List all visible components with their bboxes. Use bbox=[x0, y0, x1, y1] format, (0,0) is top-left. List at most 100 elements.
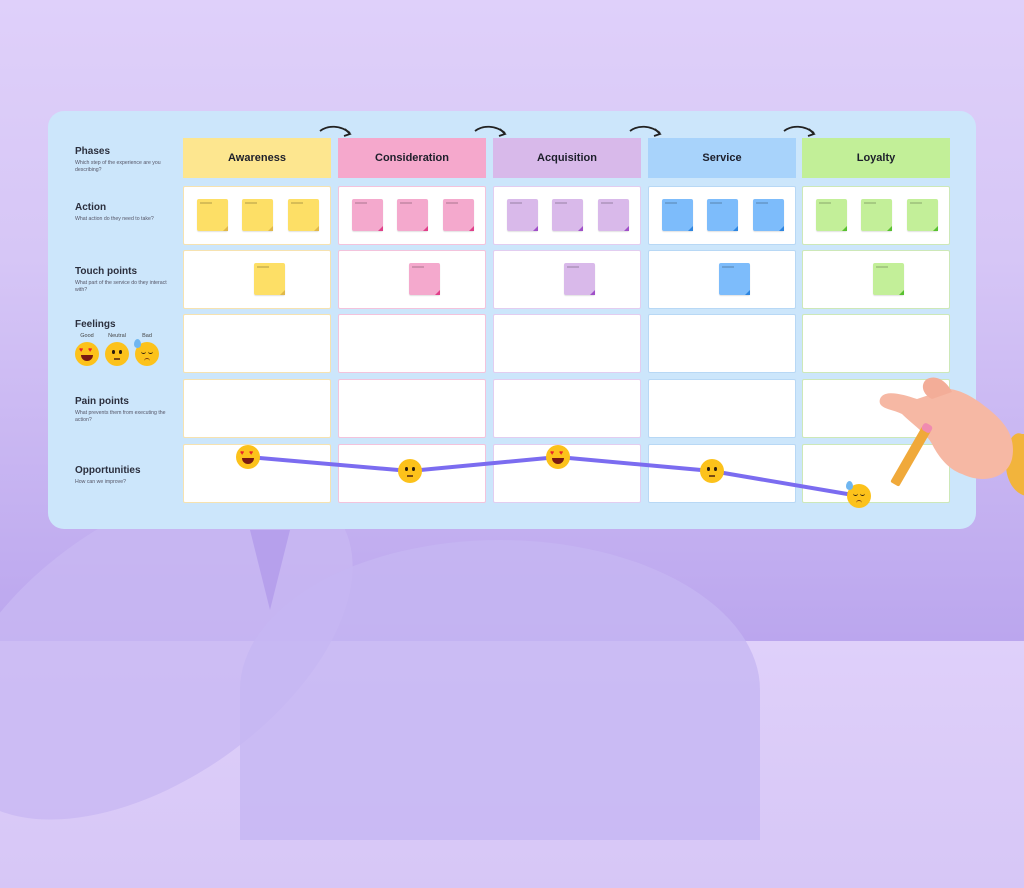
cell-touch-points-service[interactable] bbox=[648, 250, 796, 309]
sticky-note[interactable] bbox=[816, 199, 847, 231]
hand-with-pencil-illustration bbox=[879, 377, 1024, 496]
row-label-phases: Phases Which step of the experience are … bbox=[75, 146, 175, 174]
arrow-icon bbox=[629, 125, 662, 137]
note-fold bbox=[268, 226, 273, 231]
cell-touch-points-consideration[interactable] bbox=[338, 250, 486, 309]
note-fold bbox=[314, 226, 319, 231]
phase-header-acquisition[interactable]: Acquisition bbox=[493, 138, 641, 178]
neutral-face-emoji-icon bbox=[105, 342, 129, 366]
sticky-note[interactable] bbox=[861, 199, 892, 231]
sticky-note[interactable] bbox=[352, 199, 383, 231]
arrow-icon bbox=[783, 125, 816, 137]
note-fold bbox=[842, 226, 847, 231]
legend-label: Neutral bbox=[108, 333, 126, 339]
sticky-note[interactable] bbox=[242, 199, 273, 231]
note-fold bbox=[745, 290, 750, 295]
cell-action-loyalty[interactable] bbox=[802, 186, 950, 245]
note-fold bbox=[887, 226, 892, 231]
cell-feelings-service[interactable] bbox=[648, 314, 796, 373]
note-fold bbox=[280, 290, 285, 295]
row-subtitle: How can we improve? bbox=[75, 479, 127, 485]
note-fold bbox=[624, 226, 629, 231]
sticky-note[interactable] bbox=[753, 199, 784, 231]
row-title: Action bbox=[75, 202, 107, 213]
note-fold bbox=[223, 226, 228, 231]
sticky-note[interactable] bbox=[254, 263, 285, 295]
sad-sweat-emoji-icon bbox=[134, 339, 159, 366]
sticky-note[interactable] bbox=[719, 263, 750, 295]
row-subtitle: What action do they need to take? bbox=[75, 216, 154, 222]
row-title: Feelings bbox=[75, 319, 116, 330]
note-fold bbox=[733, 226, 738, 231]
row-label-touch-points: Touch points What part of the service do… bbox=[75, 266, 175, 294]
cell-action-service[interactable] bbox=[648, 186, 796, 245]
phase-header-service[interactable]: Service bbox=[648, 138, 796, 178]
phase-header-loyalty[interactable]: Loyalty bbox=[802, 138, 950, 178]
arrow-icon bbox=[319, 125, 352, 137]
note-fold bbox=[688, 226, 693, 231]
heart-eyes-emoji-icon: ♥ ♥ bbox=[236, 445, 260, 469]
note-fold bbox=[533, 226, 538, 231]
cell-feelings-loyalty[interactable] bbox=[802, 314, 950, 373]
heart-eyes-emoji-icon: ♥ ♥ bbox=[75, 342, 99, 366]
sticky-note[interactable] bbox=[564, 263, 595, 295]
cell-pain-points-acquisition[interactable] bbox=[493, 379, 641, 438]
cell-action-consideration[interactable] bbox=[338, 186, 486, 245]
background-shape bbox=[240, 540, 760, 840]
note-fold bbox=[423, 226, 428, 231]
row-subtitle: What prevents them from executing the ac… bbox=[75, 410, 166, 423]
sticky-note[interactable] bbox=[409, 263, 440, 295]
note-fold bbox=[899, 290, 904, 295]
cell-feelings-acquisition[interactable] bbox=[493, 314, 641, 373]
sad-sweat-emoji-icon bbox=[846, 481, 871, 508]
cell-pain-points-consideration[interactable] bbox=[338, 379, 486, 438]
row-label-pain-points: Pain points What prevents them from exec… bbox=[75, 396, 175, 424]
note-fold bbox=[469, 226, 474, 231]
phase-header-consideration[interactable]: Consideration bbox=[338, 138, 486, 178]
cell-action-awareness[interactable] bbox=[183, 186, 331, 245]
cell-feelings-awareness[interactable] bbox=[183, 314, 331, 373]
cell-pain-points-awareness[interactable] bbox=[183, 379, 331, 438]
cell-touch-points-awareness[interactable] bbox=[183, 250, 331, 309]
sticky-note[interactable] bbox=[397, 199, 428, 231]
arrow-icon bbox=[474, 125, 507, 137]
sticky-note[interactable] bbox=[197, 199, 228, 231]
phase-header-awareness[interactable]: Awareness bbox=[183, 138, 331, 178]
row-title: Pain points bbox=[75, 396, 129, 407]
neutral-face-emoji-icon bbox=[700, 459, 724, 483]
sticky-note[interactable] bbox=[598, 199, 629, 231]
sticky-note[interactable] bbox=[662, 199, 693, 231]
row-label-action: Action What action do they need to take? bbox=[75, 202, 175, 223]
customer-journey-board: Phases Which step of the experience are … bbox=[48, 111, 976, 529]
legend-label: Bad bbox=[142, 333, 152, 339]
cell-touch-points-loyalty[interactable] bbox=[802, 250, 950, 309]
sticky-note[interactable] bbox=[288, 199, 319, 231]
sticky-note[interactable] bbox=[552, 199, 583, 231]
cell-pain-points-service[interactable] bbox=[648, 379, 796, 438]
row-label-opportunities: Opportunities How can we improve? bbox=[75, 465, 175, 486]
sticky-note[interactable] bbox=[907, 199, 938, 231]
note-fold bbox=[435, 290, 440, 295]
row-subtitle: Which step of the experience are you des… bbox=[75, 160, 161, 173]
sticky-note[interactable] bbox=[707, 199, 738, 231]
sticky-note[interactable] bbox=[443, 199, 474, 231]
sticky-note[interactable] bbox=[873, 263, 904, 295]
cell-action-acquisition[interactable] bbox=[493, 186, 641, 245]
feelings-legend: Good ♥ ♥ Neutral Bad bbox=[75, 333, 175, 373]
row-subtitle: What part of the service do they interac… bbox=[75, 280, 167, 293]
row-label-feelings: Feelings Good ♥ ♥ Neutral Bad bbox=[75, 319, 175, 373]
note-fold bbox=[933, 226, 938, 231]
row-title: Phases bbox=[75, 146, 111, 157]
legend-label: Good bbox=[80, 333, 94, 339]
row-title: Opportunities bbox=[75, 465, 141, 476]
heart-eyes-emoji-icon: ♥ ♥ bbox=[546, 445, 570, 469]
neutral-face-emoji-icon bbox=[398, 459, 422, 483]
cell-touch-points-acquisition[interactable] bbox=[493, 250, 641, 309]
note-fold bbox=[378, 226, 383, 231]
row-title: Touch points bbox=[75, 266, 138, 277]
sticky-note[interactable] bbox=[507, 199, 538, 231]
cell-feelings-consideration[interactable] bbox=[338, 314, 486, 373]
note-fold bbox=[590, 290, 595, 295]
note-fold bbox=[779, 226, 784, 231]
note-fold bbox=[578, 226, 583, 231]
